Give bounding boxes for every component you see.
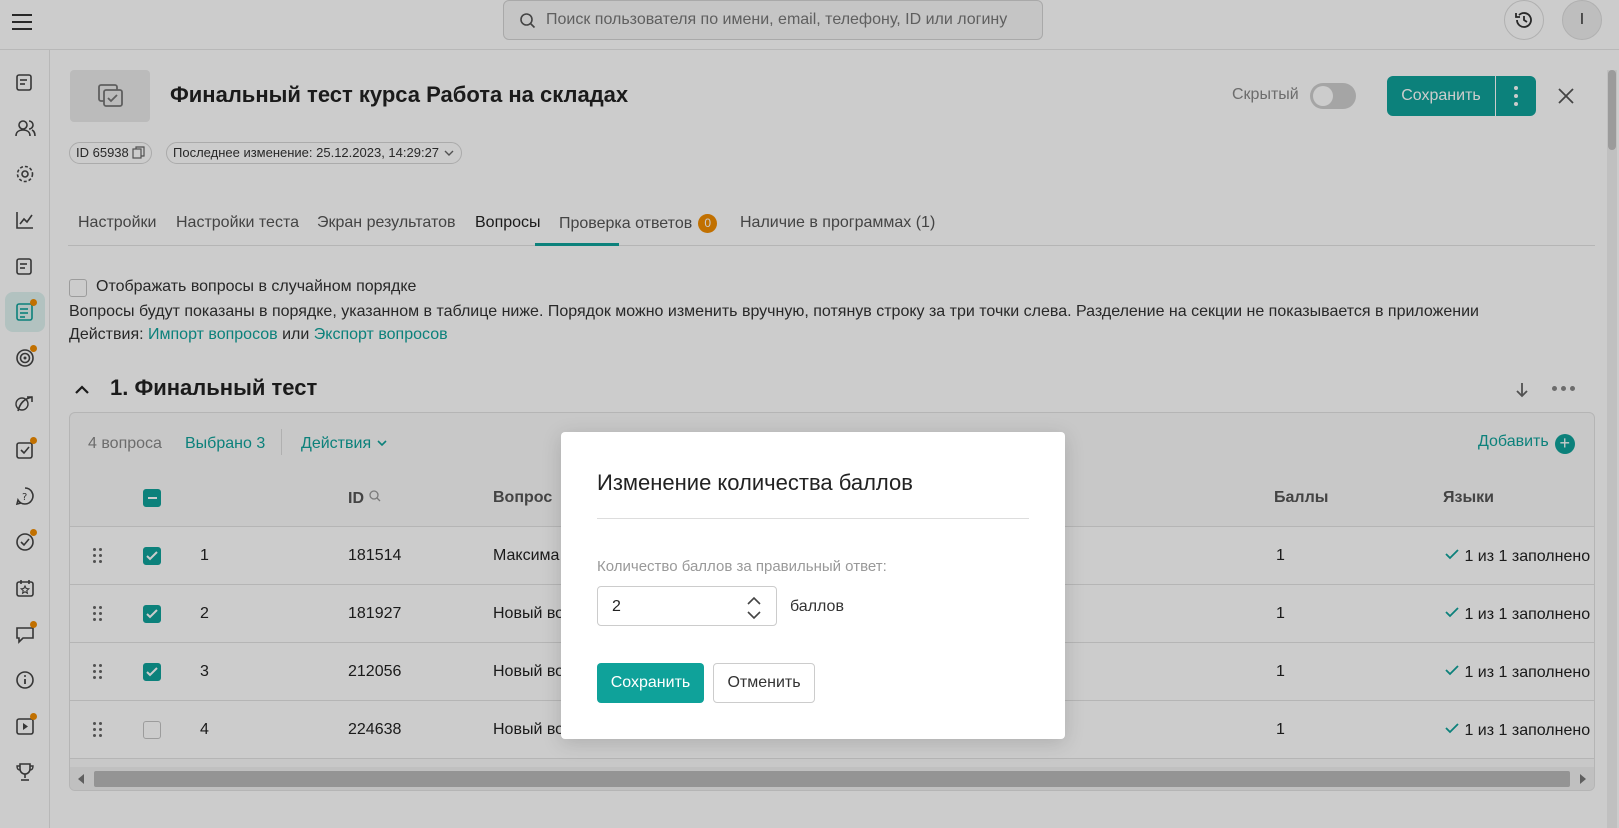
stepper-icon[interactable]: [744, 595, 764, 621]
modal-cancel-button[interactable]: Отменить: [713, 663, 815, 703]
points-modal: Изменение количества баллов Количество б…: [561, 432, 1065, 739]
modal-divider: [597, 518, 1029, 519]
points-value: 2: [612, 598, 621, 615]
points-unit: баллов: [790, 598, 844, 615]
points-label: Количество баллов за правильный ответ:: [597, 558, 887, 575]
modal-save-button[interactable]: Сохранить: [597, 663, 704, 703]
points-input[interactable]: 2: [597, 586, 777, 626]
modal-title: Изменение количества баллов: [597, 470, 913, 495]
